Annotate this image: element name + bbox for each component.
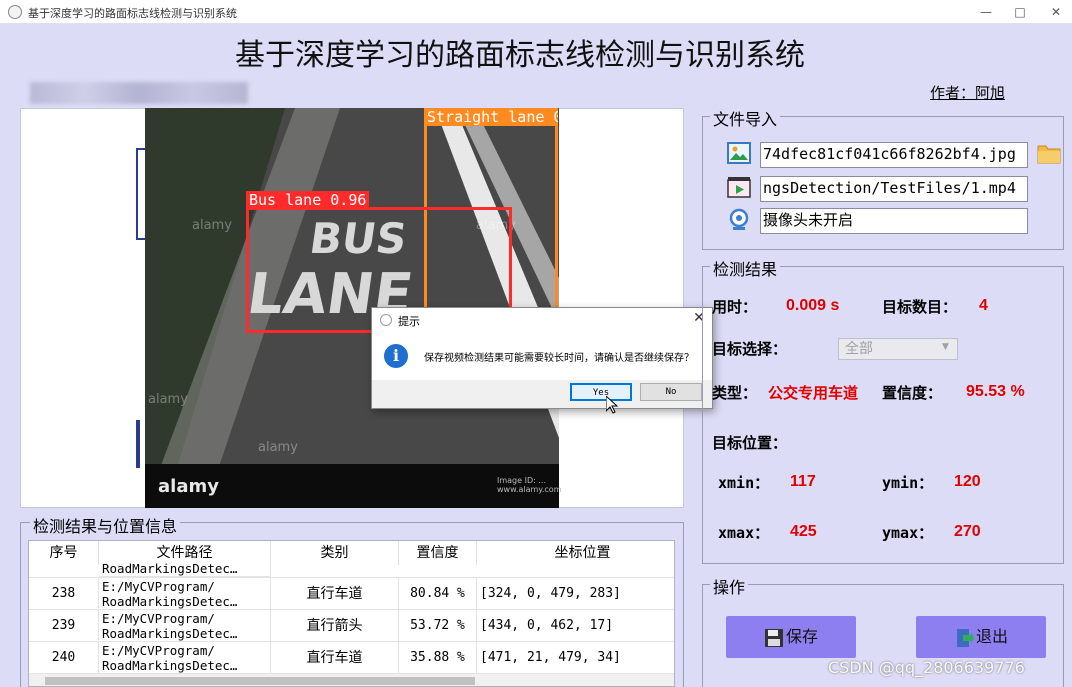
confidence-value: 95.53 % bbox=[966, 383, 1025, 400]
close-button[interactable]: ✕ bbox=[1036, 2, 1072, 22]
mouse-cursor-icon bbox=[606, 396, 618, 414]
xmax-label: xmax： bbox=[718, 524, 770, 542]
alamy-logo: alamy bbox=[158, 476, 219, 497]
bbox-label-straight-lane: Straight lane 0 bbox=[424, 108, 558, 126]
ymin-label: ymin： bbox=[882, 474, 934, 492]
results-table[interactable]: 序号 文件路径 类别 置信度 坐标位置 RoadMarkingsDetec… 2… bbox=[28, 540, 675, 687]
info-icon: i bbox=[384, 344, 408, 368]
dialog-titlebar bbox=[372, 308, 712, 332]
xmax-value: 425 bbox=[790, 523, 817, 540]
blurred-info bbox=[30, 82, 248, 104]
table-cell-path-partial: RoadMarkingsDetec… bbox=[99, 563, 271, 577]
detection-results-title: 检测结果 bbox=[710, 256, 781, 280]
type-label: 类型： bbox=[712, 384, 758, 402]
page-title: 基于深度学习的路面标志线检测与识别系统 bbox=[235, 38, 805, 73]
chevron-down-icon: ▼ bbox=[942, 342, 949, 352]
type-value: 公交专用车道 bbox=[768, 384, 859, 402]
watermark: alamy bbox=[192, 218, 232, 233]
table-cell-path[interactable]: E:/MyCVProgram/RoadMarkingsDetec… bbox=[99, 642, 271, 674]
table-cell-coordinates[interactable]: [471, 21, 479, 34] bbox=[477, 642, 674, 674]
col-header-confidence[interactable]: 置信度 bbox=[399, 541, 477, 565]
col-header-coordinates[interactable]: 坐标位置 bbox=[477, 541, 674, 565]
table-cell-class[interactable]: 直行箭头 bbox=[271, 610, 399, 642]
camera-status-field: 摄像头未开启 bbox=[760, 208, 1028, 234]
exit-icon bbox=[956, 628, 974, 647]
table-cell-confidence[interactable]: 35.88 % bbox=[399, 642, 477, 674]
count-label: 目标数目： bbox=[882, 298, 958, 316]
table-cell-coordinates[interactable]: [434, 0, 462, 17] bbox=[477, 610, 674, 642]
camera-icon[interactable] bbox=[729, 208, 749, 232]
dialog-message: 保存视频检测结果可能需要较长时间，请确认是否继续保存？ bbox=[424, 353, 694, 364]
ymin-value: 120 bbox=[954, 473, 981, 490]
table-cell-coordinates[interactable]: [324, 0, 479, 283] bbox=[477, 578, 674, 610]
col-header-class[interactable]: 类别 bbox=[271, 541, 399, 565]
target-select-label: 目标选择： bbox=[712, 340, 788, 358]
csdn-watermark: CSDN @qq_2806639776 bbox=[828, 658, 1025, 677]
image-icon[interactable] bbox=[727, 142, 751, 164]
ymax-value: 270 bbox=[954, 523, 981, 540]
window-title: 基于深度学习的路面标志线检测与识别系统 bbox=[28, 7, 237, 20]
image-credit: Image ID: ... www.alamy.com bbox=[497, 476, 562, 494]
bbox-label-bus-lane: Bus lane 0.96 bbox=[246, 191, 370, 209]
folder-icon[interactable] bbox=[1037, 142, 1061, 164]
exit-button[interactable]: 退出 bbox=[916, 616, 1046, 658]
video-path-field[interactable]: ngsDetection/TestFiles/1.mp4 bbox=[760, 176, 1028, 202]
table-cell-path[interactable]: E:/MyCVProgram/RoadMarkingsDetec… bbox=[99, 578, 271, 610]
file-import-title: 文件导入 bbox=[710, 106, 781, 130]
count-value: 4 bbox=[979, 297, 988, 314]
position-label: 目标位置： bbox=[712, 434, 788, 452]
decorative-bar bbox=[136, 420, 140, 468]
col-header-id[interactable]: 序号 bbox=[29, 541, 99, 565]
save-icon bbox=[764, 628, 783, 647]
time-label: 用时： bbox=[712, 298, 758, 316]
target-select-dropdown[interactable]: 全部 bbox=[838, 338, 958, 360]
video-icon[interactable] bbox=[727, 176, 751, 198]
save-label: 保存 bbox=[785, 627, 818, 646]
author-label: 作者：阿旭 bbox=[930, 84, 1006, 102]
app-icon bbox=[8, 5, 22, 19]
table-cell-class[interactable]: 直行车道 bbox=[271, 578, 399, 610]
no-button[interactable]: No bbox=[640, 383, 702, 401]
dialog-app-icon bbox=[380, 314, 392, 326]
results-table-title: 检测结果与位置信息 bbox=[30, 513, 181, 537]
table-cell-id[interactable]: 240 bbox=[29, 642, 99, 674]
dialog-title: 提示 bbox=[398, 315, 420, 328]
exit-label: 退出 bbox=[975, 627, 1008, 646]
watermark: alamy bbox=[258, 440, 298, 455]
table-cell-class[interactable]: 直行车道 bbox=[271, 642, 399, 674]
table-cell-confidence[interactable]: 53.72 % bbox=[399, 610, 477, 642]
confidence-label: 置信度： bbox=[882, 384, 943, 402]
xmin-value: 117 bbox=[790, 473, 816, 490]
confirm-dialog: 提示 ✕ i 保存视频检测结果可能需要较长时间，请确认是否继续保存？ Yes N… bbox=[371, 307, 713, 409]
table-cell-id[interactable]: 239 bbox=[29, 610, 99, 642]
time-value: 0.009 s bbox=[786, 297, 840, 314]
image-path-field[interactable]: 74dfec81cf041c66f8262bf4.jpg bbox=[760, 142, 1028, 168]
horizontal-scrollbar-thumb[interactable] bbox=[45, 677, 475, 685]
watermark: alamy bbox=[148, 392, 188, 407]
actions-title: 操作 bbox=[710, 574, 749, 598]
col-header-path[interactable]: 文件路径 bbox=[99, 541, 271, 565]
save-button[interactable]: 保存 bbox=[726, 616, 856, 658]
table-cell-confidence[interactable]: 80.84 % bbox=[399, 578, 477, 610]
ymax-label: ymax： bbox=[882, 524, 934, 542]
yes-button[interactable]: Yes bbox=[570, 383, 632, 401]
maximize-button[interactable]: □ bbox=[1000, 2, 1040, 22]
window-titlebar: 基于深度学习的路面标志线检测与识别系统 — □ ✕ bbox=[0, 0, 1072, 24]
table-cell-id[interactable]: 238 bbox=[29, 578, 99, 610]
table-cell-path[interactable]: E:/MyCVProgram/RoadMarkingsDetec… bbox=[99, 610, 271, 642]
xmin-label: xmin： bbox=[718, 474, 770, 492]
